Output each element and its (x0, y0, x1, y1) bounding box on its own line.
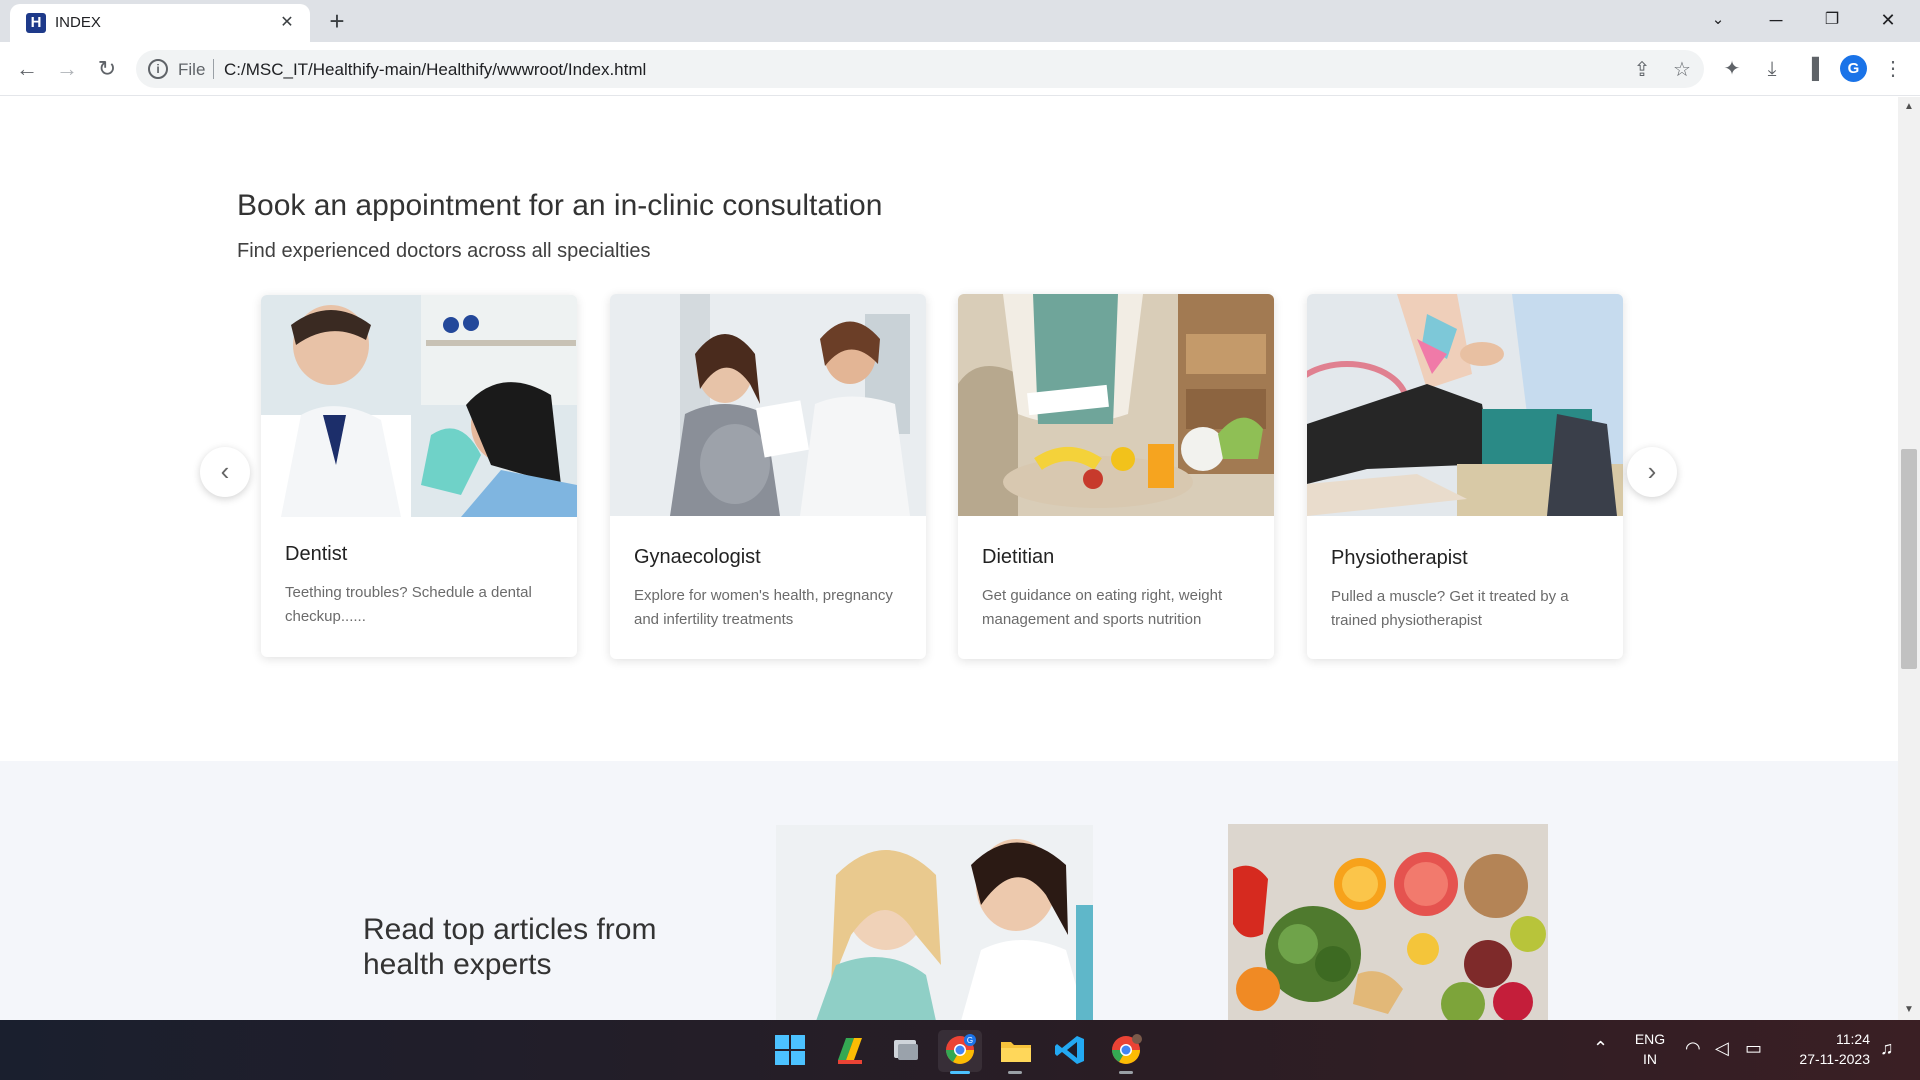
menu-icon[interactable]: ⋮ (1878, 54, 1908, 84)
close-window-icon[interactable]: ✕ (1860, 4, 1916, 36)
scroll-up-icon[interactable]: ▲ (1903, 101, 1915, 113)
carousel-next-button[interactable]: › (1627, 447, 1677, 497)
scrollbar-thumb[interactable] (1901, 449, 1917, 669)
active-indicator (950, 1071, 970, 1074)
language-secondary[interactable]: IN (1630, 1051, 1670, 1067)
card-title: Dentist (285, 543, 348, 565)
card-description: Get guidance on eating right, weight man… (982, 587, 1223, 628)
language-primary[interactable]: ENG (1630, 1031, 1670, 1047)
physiotherapist-image (1307, 294, 1623, 516)
card-description: Teething troubles? Schedule a dental che… (285, 584, 532, 625)
specialty-card-physiotherapist[interactable]: Physiotherapist Pulled a muscle? Get it … (1307, 294, 1623, 659)
page-viewport: Book an appointment for an in-clinic con… (0, 97, 1898, 1020)
clock-time[interactable]: 11:24 (1780, 1031, 1870, 1047)
card-title: Gynaecologist (634, 546, 761, 568)
windows-taskbar: G ⌃ ENG IN ◠ ◁ ▭ 11:24 27-11-2023 ♫ (0, 1020, 1920, 1080)
side-panel-icon[interactable]: ▐ (1797, 54, 1827, 84)
card-description: Pulled a muscle? Get it treated by a tra… (1331, 588, 1569, 629)
page-scrollbar[interactable]: ▲ ▼ (1898, 97, 1920, 1020)
forward-icon[interactable]: → (52, 54, 82, 84)
gynaecologist-image (610, 294, 926, 516)
specialty-card-dentist[interactable]: Dentist Teething troubles? Schedule a de… (261, 295, 577, 657)
consultation-title: Book an appointment for an in-clinic con… (237, 189, 883, 222)
reload-icon[interactable]: ↻ (92, 54, 122, 84)
chrome-taskbar-icon[interactable]: G (944, 1034, 976, 1066)
address-bar[interactable]: i File C:/MSC_IT/Healthify-main/Healthif… (136, 50, 1704, 88)
dietitian-image (958, 294, 1274, 516)
tab-title: INDEX (55, 14, 101, 31)
star-icon[interactable]: ☆ (1670, 58, 1694, 82)
carousel-prev-button[interactable]: ‹ (200, 447, 250, 497)
browser-toolbar: ← → ↻ i File C:/MSC_IT/Healthify-main/He… (0, 42, 1920, 96)
tab-close-icon[interactable]: ✕ (276, 12, 298, 34)
minimize-icon[interactable]: ─ (1748, 4, 1804, 36)
scroll-down-icon[interactable]: ▼ (1903, 1004, 1915, 1016)
clock-date[interactable]: 27-11-2023 (1780, 1051, 1870, 1067)
tab-strip: H INDEX ✕ + ⌄ ─ ❐ ✕ (0, 0, 1920, 42)
battery-icon[interactable]: ▭ (1745, 1038, 1762, 1059)
article-photo-nutrition (1228, 824, 1548, 1020)
vscode-icon[interactable] (1054, 1034, 1086, 1066)
article-image-consultation[interactable] (776, 825, 1093, 1020)
omnibox-divider (213, 59, 214, 79)
article-image-nutrition[interactable] (1228, 824, 1548, 1020)
download-icon[interactable]: ⤓ (1757, 54, 1787, 84)
chrome-profile-badge: G (967, 1036, 973, 1045)
card-title: Dietitian (982, 546, 1055, 568)
dentist-image (261, 295, 577, 517)
tray-overflow-icon[interactable]: ⌃ (1593, 1038, 1608, 1059)
restore-icon[interactable]: ❐ (1804, 4, 1860, 36)
extensions-icon[interactable]: ✦ (1717, 54, 1747, 84)
specialty-card-gynaecologist[interactable]: Gynaecologist Explore for women's health… (610, 294, 926, 659)
scheme-label: File (178, 60, 206, 79)
notification-bell-icon[interactable]: ♫ (1880, 1038, 1894, 1059)
windows-start-icon[interactable] (774, 1034, 806, 1066)
volume-icon[interactable]: ◁ (1715, 1038, 1729, 1059)
tab-search-icon[interactable]: ⌄ (1690, 4, 1746, 36)
back-icon[interactable]: ← (12, 54, 42, 84)
specialty-card-dietitian[interactable]: Dietitian Get guidance on eating right, … (958, 294, 1274, 659)
articles-title: Read top articles from health experts (363, 913, 657, 981)
task-view-icon[interactable] (890, 1034, 922, 1066)
card-description: Explore for women's health, pregnancy an… (634, 587, 893, 628)
wifi-icon[interactable]: ◠ (1685, 1038, 1701, 1059)
article-photo-consultation (776, 825, 1093, 1020)
file-explorer-icon[interactable] (999, 1034, 1033, 1066)
url-text[interactable]: C:/MSC_IT/Healthify-main/Healthify/wwwro… (224, 60, 646, 80)
share-icon[interactable]: ⇪ (1630, 58, 1654, 82)
copilot-pre-icon[interactable] (834, 1034, 866, 1066)
chrome-secondary-icon[interactable] (1110, 1034, 1142, 1066)
new-tab-button[interactable]: + (322, 6, 352, 36)
site-favicon-icon: H (26, 13, 46, 33)
browser-tab[interactable]: H INDEX ✕ (10, 4, 310, 42)
card-title: Physiotherapist (1331, 547, 1468, 569)
info-icon[interactable]: i (148, 59, 168, 79)
chrome-secondary-indicator (1119, 1071, 1133, 1074)
explorer-indicator (1008, 1071, 1022, 1074)
consultation-subtitle: Find experienced doctors across all spec… (237, 240, 651, 262)
profile-avatar[interactable]: G (1840, 55, 1867, 82)
